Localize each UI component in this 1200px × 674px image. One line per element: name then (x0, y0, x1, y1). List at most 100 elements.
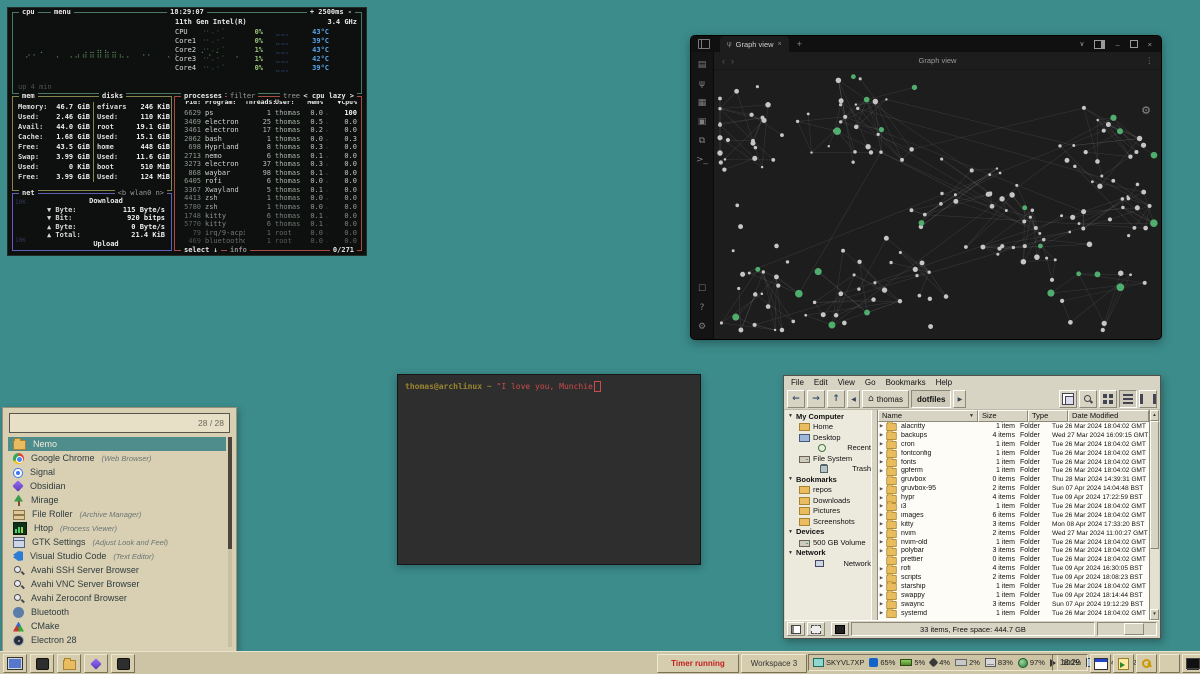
tray-bluetooth[interactable]: 65% (869, 658, 895, 667)
file-row-prettier[interactable]: prettier0 itemsFolderTue 26 Mar 2024 18:… (878, 555, 1149, 564)
file-row-systemd[interactable]: ▶systemd1 itemFolderTue 26 Mar 2024 18:0… (878, 609, 1149, 618)
sidebar-item-repos[interactable]: repos (785, 485, 871, 496)
file-row-gpferm[interactable]: ▶gpferm1 itemFolderTue 26 Mar 2024 18:04… (878, 466, 1149, 475)
close-button[interactable]: × (1148, 40, 1152, 49)
menu-help[interactable]: Help (931, 378, 957, 387)
file-row-fontconfig[interactable]: ▶fontconfig1 itemFolderTue 26 Mar 2024 1… (878, 449, 1149, 458)
search-button[interactable] (1079, 390, 1097, 408)
copy-icon[interactable]: ⧉ (699, 136, 705, 146)
column-name[interactable]: Name▼ (878, 410, 978, 422)
file-row-swappy[interactable]: ▶swappy1 itemFolderTue 09 Apr 2024 18:14… (878, 591, 1149, 600)
file-row-swaync[interactable]: ▶swaync3 itemsFolderSun 07 Apr 2024 19:1… (878, 600, 1149, 609)
file-row-scripts[interactable]: ▶scripts2 itemsFolderTue 09 Apr 2024 18:… (878, 573, 1149, 582)
process-row[interactable]: 3461electron17thomas0.2⠄0.0 (177, 126, 359, 135)
maximize-button[interactable] (1130, 40, 1138, 48)
files-icon[interactable]: ▤ (698, 60, 707, 70)
icon-view-button[interactable] (1099, 390, 1117, 408)
expander-icon[interactable]: ▶ (878, 512, 885, 518)
launcher-item-visual-studio-code[interactable]: Visual Studio Code(Text Editor) (8, 549, 226, 563)
restart-button[interactable] (1159, 654, 1180, 673)
collapse-arrow-icon[interactable]: ▼ (788, 529, 793, 535)
file-row-nvim-old[interactable]: ▶nvim-old1 itemFolderTue 26 Mar 2024 18:… (878, 538, 1149, 547)
launcher-item-mirage[interactable]: Mirage (8, 493, 226, 507)
expander-icon[interactable]: ▶ (878, 530, 885, 536)
side-pane-toggle-button[interactable] (787, 622, 805, 636)
collapse-arrow-icon[interactable]: ▼ (788, 550, 793, 556)
terminal-icon[interactable]: >_ (696, 155, 708, 165)
tab-close-icon[interactable]: × (778, 41, 782, 48)
file-row-alacritty[interactable]: ▶alacritty1 itemFolderTue 26 Mar 2024 18… (878, 422, 1149, 431)
file-row-kitty[interactable]: ▶kitty3 itemsFolderMon 08 Apr 2024 17:33… (878, 520, 1149, 529)
logout-button[interactable] (1113, 654, 1134, 673)
vertical-scrollbar[interactable]: ▲ ▼ (1149, 410, 1159, 620)
sort-mode-control[interactable]: < cpu lazy > (300, 92, 357, 101)
launcher-scrollbar[interactable] (228, 437, 232, 647)
path-scroll-left-button[interactable]: ◀ (847, 390, 860, 408)
new-tab-button[interactable] (1059, 390, 1077, 408)
launcher-item-gtk-settings[interactable]: GTK Settings(Adjust Look and Feel) (8, 535, 226, 549)
tray-globe[interactable]: 97% (1018, 658, 1045, 668)
launcher-item-signal[interactable]: Signal (8, 465, 226, 479)
menu-tab[interactable]: menu (51, 8, 74, 17)
process-row[interactable]: 3273electron37thomas0.3⠄0.0 (177, 160, 359, 169)
tray-network[interactable]: SKYVL7XP (813, 658, 864, 667)
shutdown-button[interactable] (1182, 654, 1200, 673)
launcher-item-nemo[interactable]: Nemo (8, 437, 226, 451)
expander-icon[interactable]: ▶ (878, 521, 885, 527)
process-row[interactable]: 6405rofi6thomas0.0⠄0.0 (177, 177, 359, 186)
sidebar-item-home[interactable]: Home (785, 422, 871, 433)
sidebar-item-pictures[interactable]: Pictures (785, 506, 871, 517)
graph-settings-gear-icon[interactable]: ⚙ (1141, 104, 1151, 117)
keys-button[interactable] (1136, 654, 1157, 673)
expander-icon[interactable]: ▶ (878, 432, 885, 438)
show-hidden-toggle-button[interactable] (807, 622, 825, 636)
vault-icon[interactable]: ☐ (698, 284, 706, 294)
collapse-arrow-icon[interactable]: ▼ (788, 476, 793, 482)
expander-icon[interactable]: ▶ (878, 459, 885, 465)
process-row[interactable]: 5780zsh1thomas0.0⠄0.0 (177, 203, 359, 212)
path-segment-home[interactable]: ⌂ thomas (862, 390, 909, 408)
process-row[interactable]: 3367Xwayland5thomas0.1⠄0.0 (177, 186, 359, 195)
column-type[interactable]: Type (1028, 410, 1068, 422)
expander-icon[interactable]: ▶ (878, 575, 885, 581)
select-hint[interactable]: select ↓ (181, 246, 221, 255)
history-nav-icons[interactable]: ‹› (722, 56, 740, 66)
launcher-item-cmake[interactable]: CMake (8, 619, 226, 633)
file-row-backups[interactable]: ▶backups4 itemsFolderWed 27 Mar 2024 16:… (878, 431, 1149, 440)
process-row[interactable]: 868waybar98thomas0.1⠄0.0 (177, 169, 359, 178)
file-row-gruvbox-95[interactable]: ▶gruvbox-952 itemsFolderSun 07 Apr 2024 … (878, 484, 1149, 493)
expander-icon[interactable]: ▶ (878, 548, 885, 554)
column-date-modified[interactable]: Date Modified (1068, 410, 1149, 422)
help-icon[interactable]: ? (700, 303, 705, 313)
file-row-starship[interactable]: ▶starship1 itemFolderTue 26 Mar 2024 18:… (878, 582, 1149, 591)
more-options-icon[interactable]: ⋮ (1146, 56, 1154, 65)
file-row-hypr[interactable]: ▶hypr4 itemsFolderTue 09 Apr 2024 17:22:… (878, 493, 1149, 502)
menu-edit[interactable]: Edit (809, 378, 833, 387)
collapse-arrow-icon[interactable]: ▼ (788, 413, 793, 419)
file-row-polybar[interactable]: ▶polybar3 itemsFolderTue 26 Mar 2024 18:… (878, 546, 1149, 555)
expander-icon[interactable]: ▶ (878, 610, 885, 616)
process-row[interactable]: 469bluetoothd1root0.0⠄0.0 (177, 237, 359, 246)
process-row[interactable]: 4413zsh1thomas0.0⠄0.0 (177, 194, 359, 203)
expander-icon[interactable]: ▶ (878, 495, 885, 501)
file-row-fonts[interactable]: ▶fonts1 itemFolderTue 26 Mar 2024 18:04:… (878, 458, 1149, 467)
expander-icon[interactable]: ▶ (878, 601, 885, 607)
settings-icon[interactable]: ⚙ (698, 322, 706, 332)
up-button[interactable]: ↑ (827, 390, 845, 408)
folder-window-button[interactable] (57, 654, 81, 673)
pane-splitter[interactable] (871, 410, 878, 620)
expander-icon[interactable]: ▶ (878, 539, 885, 545)
calendar-icon[interactable]: ▣ (698, 117, 707, 127)
scrollbar-thumb[interactable] (1150, 421, 1159, 549)
file-row-cron[interactable]: ▶cron1 itemFolderTue 26 Mar 2024 18:04:0… (878, 440, 1149, 449)
menu-go[interactable]: Go (860, 378, 881, 387)
sidebar-item-trash[interactable]: Trash (785, 464, 871, 475)
menu-view[interactable]: View (833, 378, 860, 387)
cpu-tab[interactable]: cpu (19, 8, 38, 17)
sidebar-item-recent[interactable]: Recent (785, 443, 871, 454)
tab-list-chevron-icon[interactable]: ∨ (1079, 40, 1084, 48)
tray-battery[interactable]: 5% (900, 658, 925, 667)
process-row[interactable]: 698Hyprland8thomas0.3⠄0.0 (177, 143, 359, 152)
expander-icon[interactable]: ▶ (878, 592, 885, 598)
sidebar-item-network[interactable]: Network (785, 558, 871, 569)
